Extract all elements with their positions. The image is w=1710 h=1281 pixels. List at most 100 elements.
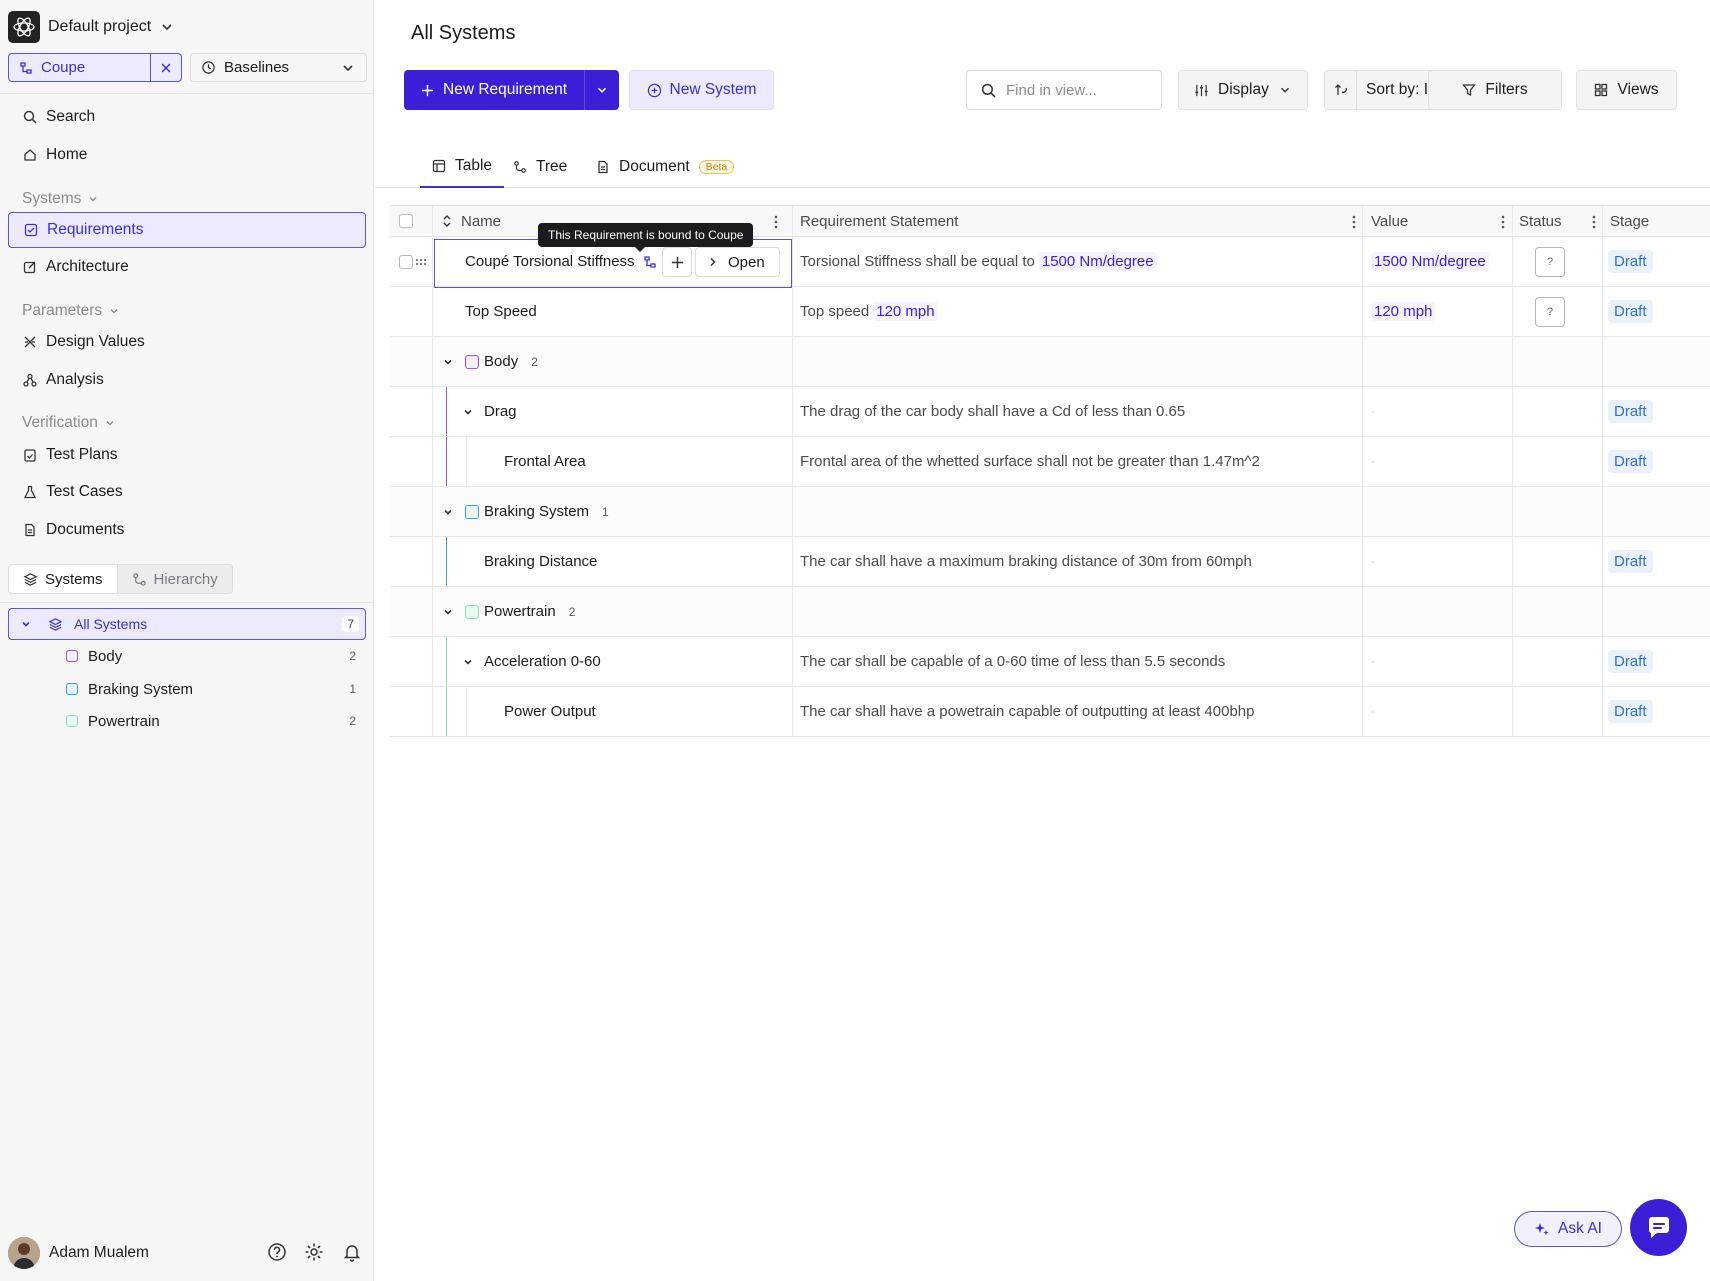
tab-tree[interactable]: Tree [513, 146, 567, 188]
inline-value[interactable]: 1500 Nm/degree [1038, 252, 1157, 271]
tab-hierarchy[interactable]: Hierarchy [117, 564, 233, 594]
new-requirement-button[interactable]: New Requirement [404, 70, 586, 110]
add-child-button[interactable] [662, 247, 692, 277]
empty-value[interactable]: - [1371, 537, 1375, 586]
filters-button[interactable]: Filters [1428, 70, 1562, 110]
status-indicator[interactable]: ? [1535, 246, 1565, 277]
group-row-powertrain[interactable]: Powertrain 2 [390, 587, 1710, 637]
value-cell[interactable]: 120 mph [1371, 302, 1436, 321]
stage-badge[interactable]: Draft [1608, 550, 1653, 573]
row-checkbox[interactable] [399, 237, 413, 286]
table-row[interactable]: Acceleration 0-60 The car shall be capab… [390, 637, 1710, 687]
empty-value[interactable]: - [1371, 637, 1375, 686]
drag-handle-icon[interactable] [415, 237, 427, 286]
chevron-down-icon[interactable] [462, 656, 474, 668]
stage-badge[interactable]: Draft [1608, 250, 1653, 273]
open-button[interactable]: Open [695, 247, 780, 277]
display-button[interactable]: Display [1178, 70, 1308, 110]
table-row[interactable]: Top Speed Top speed 120 mph 120 mph ? Dr… [390, 287, 1710, 337]
column-menu-icon[interactable] [1496, 214, 1510, 230]
nav-analysis[interactable]: Analysis [8, 362, 366, 398]
stage-badge[interactable]: Draft [1608, 400, 1653, 423]
group-row-body[interactable]: Body 2 [390, 337, 1710, 387]
nav-test-plans[interactable]: Test Plans [8, 437, 366, 473]
bell-icon[interactable] [340, 1240, 364, 1264]
requirement-name[interactable]: Acceleration 0-60 [484, 653, 601, 670]
column-statement-header[interactable]: Requirement Statement [800, 206, 958, 236]
group-row-braking-system[interactable]: Braking System 1 [390, 487, 1710, 537]
tree-item-body[interactable]: Body 2 [66, 644, 366, 668]
baselines-dropdown[interactable]: Baselines [190, 53, 367, 82]
chevron-down-icon[interactable] [442, 506, 454, 518]
empty-value[interactable]: - [1371, 687, 1375, 736]
requirement-name[interactable]: Top Speed [465, 303, 537, 320]
column-value-header[interactable]: Value [1371, 206, 1408, 236]
search-input[interactable] [1006, 81, 1146, 99]
ask-ai-button[interactable]: Ask AI [1514, 1211, 1622, 1247]
requirement-statement[interactable]: The car shall have a powetrain capable o… [800, 703, 1254, 720]
status-indicator[interactable]: ? [1535, 296, 1565, 327]
stage-badge[interactable]: Draft [1608, 300, 1653, 323]
nav-home[interactable]: Home [8, 137, 366, 173]
requirement-statement[interactable]: The car shall be capable of a 0-60 time … [800, 653, 1225, 670]
nav-documents[interactable]: Documents [8, 512, 366, 548]
column-name-header[interactable]: Name [441, 206, 501, 236]
chevron-down-icon[interactable] [20, 618, 32, 630]
nav-search[interactable]: Search [8, 99, 366, 135]
requirement-statement[interactable]: Torsional Stiffness shall be equal to 15… [800, 237, 1157, 286]
stage-badge[interactable]: Draft [1608, 650, 1653, 673]
requirement-statement[interactable]: The car shall have a maximum braking dis… [800, 553, 1252, 570]
tree-item-powertrain[interactable]: Powertrain 2 [66, 709, 366, 733]
table-row[interactable]: Drag The drag of the car body shall have… [390, 387, 1710, 437]
empty-value[interactable]: - [1371, 437, 1375, 486]
table-row[interactable]: Braking Distance The car shall have a ma… [390, 537, 1710, 587]
requirement-statement[interactable]: The drag of the car body shall have a Cd… [800, 403, 1185, 420]
requirement-name[interactable]: Frontal Area [504, 453, 586, 470]
stage-badge[interactable]: Draft [1608, 450, 1653, 473]
chevron-down-icon[interactable] [442, 356, 454, 368]
new-system-button[interactable]: New System [629, 70, 774, 110]
new-requirement-menu-button[interactable] [585, 70, 619, 110]
table-row[interactable]: Power Output The car shall have a powetr… [390, 687, 1710, 737]
column-stage-header[interactable]: Stage [1610, 206, 1649, 236]
empty-value[interactable]: - [1371, 387, 1375, 436]
sort-icon[interactable] [441, 214, 453, 228]
requirement-statement[interactable]: Top speed 120 mph [800, 287, 938, 336]
column-menu-icon[interactable] [769, 214, 783, 230]
section-parameters[interactable]: Parameters [22, 301, 120, 321]
gear-icon[interactable] [302, 1240, 326, 1264]
nav-requirements[interactable]: Requirements [8, 212, 366, 248]
tab-document[interactable]: Document Beta [596, 146, 735, 188]
section-systems[interactable]: Systems [22, 189, 99, 209]
tab-table[interactable]: Table [420, 146, 504, 188]
select-all-checkbox[interactable] [399, 206, 413, 236]
nav-architecture[interactable]: Architecture [8, 249, 366, 285]
column-status-header[interactable]: Status [1519, 206, 1562, 236]
inline-value[interactable]: 120 mph [873, 302, 938, 321]
system-filter-button[interactable]: Coupe [9, 54, 151, 81]
chevron-down-icon[interactable] [462, 406, 474, 418]
table-row[interactable]: Frontal Area Frontal area of the whetted… [390, 437, 1710, 487]
chevron-down-icon[interactable] [442, 606, 454, 618]
tree-item-all-systems[interactable]: All Systems 7 [8, 608, 366, 640]
requirement-statement[interactable]: Frontal area of the whetted surface shal… [800, 453, 1260, 470]
help-icon[interactable] [265, 1240, 289, 1264]
nav-test-cases[interactable]: Test Cases [8, 474, 366, 510]
user-profile[interactable]: Adam Mualem [8, 1237, 149, 1269]
requirement-name[interactable]: Power Output [504, 703, 596, 720]
tab-systems[interactable]: Systems [8, 564, 118, 594]
value-cell[interactable]: 1500 Nm/degree [1371, 252, 1489, 271]
tree-item-braking-system[interactable]: Braking System 1 [66, 677, 366, 701]
column-menu-icon[interactable] [1587, 214, 1601, 230]
column-menu-icon[interactable] [1347, 214, 1361, 230]
section-verification[interactable]: Verification [22, 413, 116, 433]
project-switcher[interactable]: Default project [8, 10, 175, 44]
clear-filter-button[interactable] [151, 54, 181, 81]
chat-button[interactable] [1630, 1199, 1687, 1256]
sort-direction-icon[interactable] [1325, 71, 1357, 109]
stage-badge[interactable]: Draft [1608, 700, 1653, 723]
nav-design-values[interactable]: Design Values [8, 324, 366, 360]
requirement-name[interactable]: Drag [484, 403, 517, 420]
requirement-name[interactable]: Braking Distance [484, 553, 597, 570]
requirement-name[interactable]: Coupé Torsional Stiffness [465, 253, 635, 270]
